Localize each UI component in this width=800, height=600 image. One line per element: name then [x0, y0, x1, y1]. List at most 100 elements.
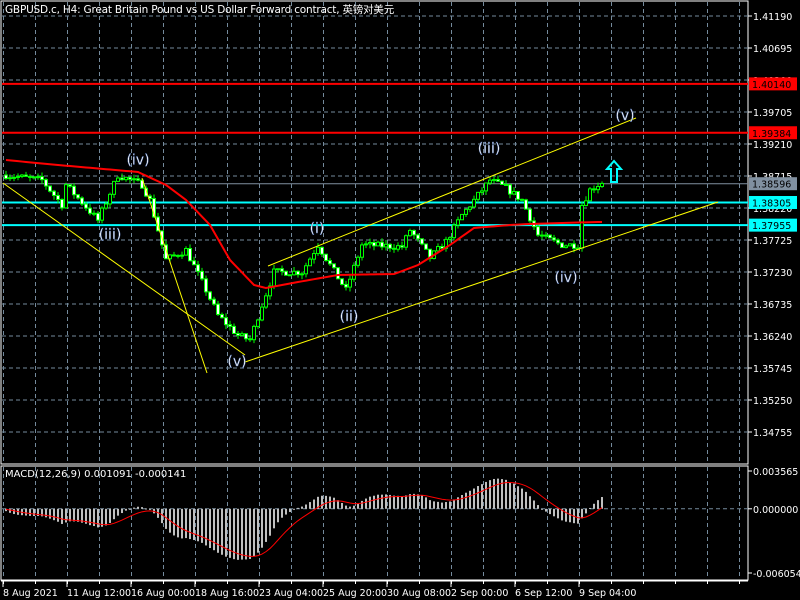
- price-tick-label: 1.39705: [753, 108, 792, 119]
- macd-bar: [49, 508, 51, 519]
- macd-bar: [453, 499, 455, 509]
- candle-body: [68, 184, 72, 187]
- candle-body: [340, 278, 344, 285]
- macd-bar: [425, 497, 427, 509]
- macd-bar: [525, 491, 527, 509]
- candle-body: [180, 254, 184, 257]
- candle-body: [72, 185, 76, 196]
- candle-body: [476, 191, 480, 200]
- candle-body: [112, 180, 116, 195]
- macd-title: MACD(12,26,9) 0.001091 -0.000141: [5, 469, 187, 480]
- macd-bar: [557, 508, 559, 519]
- candle-body: [256, 319, 260, 327]
- candle-body: [40, 176, 44, 181]
- macd-bar: [341, 502, 343, 509]
- candle-body: [376, 241, 380, 247]
- candle-body: [392, 247, 396, 250]
- candle-body: [364, 243, 368, 246]
- macd-bar: [149, 508, 151, 510]
- macd-bar: [277, 508, 279, 523]
- candle-body: [456, 219, 460, 226]
- trendline: [141, 177, 208, 374]
- candle-body: [264, 295, 268, 308]
- candle-body: [416, 234, 420, 240]
- macd-bar: [489, 480, 491, 509]
- candle-body: [44, 179, 48, 187]
- macd-bar: [309, 502, 311, 509]
- wave-label: (v): [615, 108, 634, 124]
- candle-body: [316, 246, 320, 255]
- candle-body: [12, 176, 16, 179]
- candle-body: [100, 207, 104, 221]
- macd-bar: [421, 495, 423, 509]
- candle-body: [312, 253, 316, 260]
- candle-body: [460, 213, 464, 221]
- candle-body: [80, 197, 84, 205]
- macd-bar: [209, 508, 211, 548]
- candle-body: [84, 203, 88, 209]
- macd-bar: [249, 508, 251, 559]
- macd-bar: [141, 507, 143, 509]
- time-tick-label: 11 Aug 12:00: [67, 588, 131, 599]
- price-chart[interactable]: 1.411901.406951.402001.397051.392101.387…: [0, 0, 800, 600]
- candle-body: [76, 194, 80, 199]
- macd-bar: [485, 481, 487, 509]
- candle-body: [108, 193, 112, 205]
- candle-body: [228, 324, 232, 327]
- macd-bar: [533, 500, 535, 509]
- candle-body: [172, 254, 176, 257]
- candle-body: [524, 199, 528, 210]
- candle-body: [556, 239, 560, 244]
- macd-bar: [397, 495, 399, 509]
- macd-bar: [365, 498, 367, 509]
- macd-bar: [325, 495, 327, 509]
- macd-bar: [289, 508, 291, 512]
- candle-body: [288, 274, 292, 277]
- macd-bar: [405, 495, 407, 509]
- macd-bar: [505, 479, 507, 509]
- candle-body: [48, 185, 52, 192]
- candle-body: [420, 238, 424, 245]
- candle-body: [176, 254, 180, 257]
- level-price-label: 1.40140: [752, 80, 791, 91]
- macd-bar: [237, 508, 239, 560]
- candle-body: [388, 243, 392, 249]
- candle-body: [488, 179, 492, 184]
- candle-body: [336, 267, 340, 280]
- candle-body: [436, 246, 440, 252]
- macd-bar: [29, 508, 31, 516]
- candle-body: [584, 200, 588, 206]
- macd-bar: [261, 508, 263, 548]
- macd-bar: [441, 502, 443, 509]
- candle-body: [260, 306, 264, 321]
- macd-bar: [197, 508, 199, 542]
- macd-bar: [33, 508, 35, 517]
- macd-bar: [189, 508, 191, 540]
- macd-bar: [217, 508, 219, 553]
- wave-label: (ii): [340, 309, 359, 325]
- macd-bar: [565, 508, 567, 522]
- candle-body: [468, 206, 472, 210]
- candle-body: [116, 177, 120, 182]
- candle-body: [28, 175, 32, 178]
- candle-body: [56, 194, 60, 200]
- macd-bar: [469, 490, 471, 509]
- macd-bar: [513, 483, 515, 509]
- candle-body: [204, 278, 208, 293]
- macd-bar: [481, 484, 483, 509]
- macd-bar: [353, 505, 355, 509]
- macd-bar: [373, 495, 375, 509]
- macd-bar: [201, 508, 203, 543]
- macd-bar: [369, 496, 371, 509]
- candle-body: [548, 234, 552, 239]
- candle-body: [120, 177, 124, 181]
- macd-bar: [521, 488, 523, 509]
- candle-body: [568, 243, 572, 247]
- macd-bar: [549, 508, 551, 515]
- macd-bar: [109, 508, 111, 523]
- time-tick-label: 23 Aug 04:00: [259, 588, 323, 599]
- candle-body: [508, 184, 512, 195]
- candle-body: [348, 278, 352, 288]
- macd-bar: [517, 486, 519, 509]
- macd-bar: [105, 508, 107, 526]
